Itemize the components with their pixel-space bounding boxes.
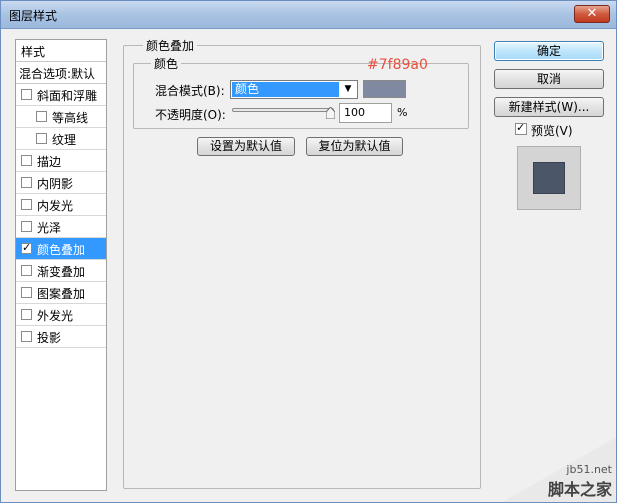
effect-item[interactable]: 光泽	[16, 216, 106, 238]
effect-label: 内发光	[37, 199, 74, 213]
blending-options-item[interactable]: 混合选项:默认	[16, 62, 106, 84]
effect-item[interactable]: 等高线	[16, 106, 106, 128]
preview-checkbox[interactable]	[515, 121, 527, 135]
effect-checkbox[interactable]	[21, 287, 32, 298]
opacity-unit: %	[397, 106, 408, 119]
effect-item[interactable]: 斜面和浮雕	[16, 84, 106, 106]
effect-checkbox[interactable]	[21, 309, 32, 320]
effect-label: 内阴影	[37, 177, 74, 191]
effect-item[interactable]: 内阴影	[16, 172, 106, 194]
effect-label: 纹理	[52, 133, 77, 147]
styles-list: 样式 混合选项:默认 斜面和浮雕等高线纹理描边内阴影内发光光泽颜色叠加渐变叠加图…	[15, 39, 107, 491]
blend-mode-select[interactable]: 颜色 ▼	[230, 80, 358, 99]
ok-button[interactable]: 确定	[494, 41, 604, 61]
watermark: jb51.net 脚本之家	[548, 463, 612, 500]
slider-thumb-icon[interactable]	[326, 107, 335, 119]
effect-label: 描边	[37, 155, 62, 169]
opacity-slider-track[interactable]	[232, 108, 334, 112]
group-title: 颜色叠加	[143, 37, 198, 54]
effect-item[interactable]: 内发光	[16, 194, 106, 216]
effect-checkbox[interactable]	[21, 89, 32, 100]
effect-checkbox[interactable]	[21, 241, 32, 254]
effect-checkbox[interactable]	[36, 133, 47, 144]
set-default-button[interactable]: 设置为默认值	[197, 137, 295, 156]
effect-checkbox[interactable]	[21, 199, 32, 210]
effect-checkbox[interactable]	[21, 265, 32, 276]
effect-label: 光泽	[37, 221, 62, 235]
titlebar: 图层样式 ✕	[1, 1, 616, 29]
watermark-site: jb51.net	[566, 463, 612, 476]
opacity-input[interactable]: 100	[339, 103, 392, 123]
effect-label: 外发光	[37, 309, 74, 323]
window-title: 图层样式	[9, 9, 58, 23]
effect-item[interactable]: 纹理	[16, 128, 106, 150]
effect-label: 图案叠加	[37, 287, 86, 301]
preview-label[interactable]: 预览(V)	[531, 122, 573, 139]
effect-item[interactable]: 图案叠加	[16, 282, 106, 304]
effect-item[interactable]: 外发光	[16, 304, 106, 326]
effect-label: 颜色叠加	[37, 243, 86, 257]
hex-annotation: #7f89a0	[367, 57, 428, 73]
overlay-color-swatch[interactable]	[363, 80, 406, 98]
chevron-down-icon: ▼	[344, 84, 352, 94]
effect-item[interactable]: 颜色叠加	[16, 238, 106, 260]
preview-thumbnail	[517, 146, 581, 210]
effect-label: 渐变叠加	[37, 265, 86, 279]
effect-label: 等高线	[52, 111, 89, 125]
cancel-button[interactable]: 取消	[494, 69, 604, 89]
effect-checkbox[interactable]	[21, 155, 32, 166]
effect-item[interactable]: 描边	[16, 150, 106, 172]
close-icon: ✕	[586, 6, 598, 21]
effect-checkbox[interactable]	[21, 221, 32, 232]
effect-checkbox[interactable]	[21, 177, 32, 188]
opacity-label: 不透明度(O):	[155, 108, 226, 122]
styles-header[interactable]: 样式	[16, 40, 106, 62]
effect-item[interactable]: 投影	[16, 326, 106, 348]
layer-style-dialog: 图层样式 ✕ 样式 混合选项:默认 斜面和浮雕等高线纹理描边内阴影内发光光泽颜色…	[0, 0, 617, 503]
effect-label: 投影	[37, 331, 62, 345]
effect-item[interactable]: 渐变叠加	[16, 260, 106, 282]
effect-checkbox[interactable]	[21, 331, 32, 342]
reset-default-button[interactable]: 复位为默认值	[306, 137, 403, 156]
blend-mode-label: 混合模式(B):	[155, 84, 225, 98]
subgroup-title: 颜色	[151, 55, 182, 72]
effect-checkbox[interactable]	[36, 111, 47, 122]
effect-label: 斜面和浮雕	[37, 89, 98, 103]
preview-swatch	[533, 162, 565, 194]
new-style-button[interactable]: 新建样式(W)...	[494, 97, 604, 117]
watermark-brand: 脚本之家	[547, 480, 612, 499]
close-button[interactable]: ✕	[574, 5, 610, 23]
blend-mode-value: 颜色	[232, 82, 339, 97]
